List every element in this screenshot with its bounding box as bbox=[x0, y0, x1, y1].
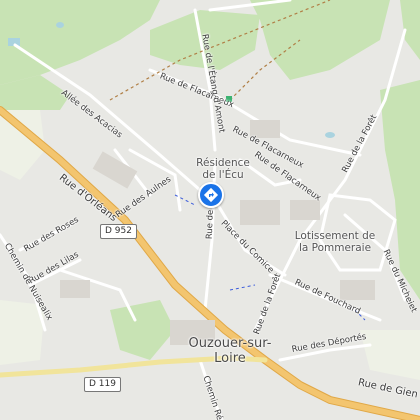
forest-area bbox=[380, 80, 420, 300]
directions-marker-icon[interactable] bbox=[198, 182, 224, 208]
building-cluster bbox=[92, 151, 138, 189]
field-area bbox=[360, 330, 420, 380]
place-label-lotissement: Lotissement de la Pommeraie bbox=[294, 230, 376, 254]
water-pond bbox=[56, 22, 64, 28]
forest-area bbox=[250, 0, 390, 80]
place-label-residence: Résidence de l'Écu bbox=[196, 157, 250, 181]
forest-area bbox=[110, 300, 175, 360]
forest-area bbox=[400, 0, 420, 60]
route-shield-d952: D 952 bbox=[100, 224, 137, 239]
boundary-line bbox=[229, 284, 256, 291]
forest-area bbox=[0, 0, 160, 85]
map-canvas[interactable]: Allée des Acacias Rue de Flacarneux Rue … bbox=[0, 0, 420, 420]
place-label-town: Ouzouer-sur-Loire bbox=[188, 336, 272, 366]
route-shield-d119: D 119 bbox=[84, 377, 121, 392]
building-cluster bbox=[60, 280, 90, 298]
directions-arrow-icon bbox=[203, 187, 219, 203]
building-cluster bbox=[340, 280, 375, 300]
building-cluster bbox=[240, 200, 280, 225]
water-pond bbox=[325, 132, 335, 138]
